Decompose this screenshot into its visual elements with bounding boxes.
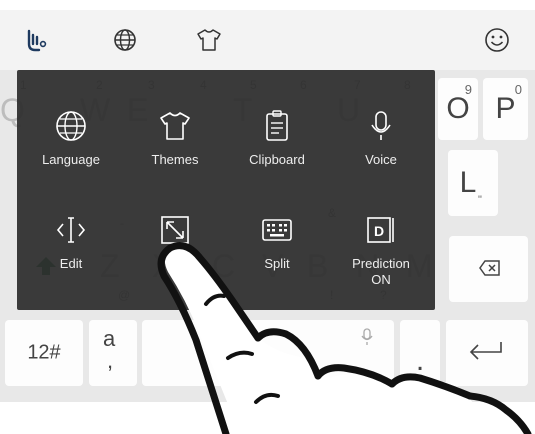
popup-label-split: Split	[264, 256, 290, 271]
hint-quote: "	[478, 194, 482, 206]
keyboard-icon	[257, 210, 297, 250]
smiley-icon[interactable]	[481, 24, 513, 56]
popup-label-edit: Edit	[59, 256, 83, 271]
language-key[interactable]: a ,	[89, 320, 137, 386]
symbols-key[interactable]: 12#	[5, 320, 83, 386]
period-key-label: .	[415, 343, 425, 377]
popup-item-edit[interactable]: Edit	[19, 210, 123, 272]
globe-icon[interactable]	[109, 24, 141, 56]
key-o-label: O	[446, 92, 470, 125]
space-bar-line	[228, 366, 258, 368]
text-cursor-icon	[51, 210, 91, 250]
enter-key[interactable]	[446, 320, 528, 386]
popup-label-voice: Voice	[365, 152, 397, 167]
popup-label-language: Language	[42, 152, 100, 167]
svg-text:D: D	[374, 223, 384, 239]
backspace-key[interactable]	[449, 236, 528, 302]
popup-item-language[interactable]: Language	[19, 106, 123, 168]
popup-label-themes: Themes	[151, 152, 199, 167]
popup-label-prediction: Prediction ON	[352, 256, 410, 287]
clipboard-icon	[257, 106, 297, 146]
screen: Q W E T U 1 2 3 4 5 6 7 8 9 O 0 P L	[0, 0, 535, 434]
key-p-label: P	[495, 92, 516, 125]
keyboard-toolbar	[0, 10, 535, 70]
key-l-label: L	[459, 166, 477, 199]
symbols-key-label: 12#	[27, 341, 61, 364]
key-p[interactable]: 0 P	[483, 78, 528, 140]
popup-item-split[interactable]: Split	[225, 210, 329, 272]
shirt-icon	[155, 106, 195, 146]
resize-icon	[155, 210, 195, 250]
popup-item-clipboard[interactable]: Clipboard	[225, 106, 329, 168]
popup-item-themes[interactable]: Themes	[123, 106, 227, 168]
popup-item-resize[interactable]: Re	[123, 210, 227, 272]
period-key[interactable]: .	[400, 320, 440, 386]
microphone-icon	[361, 106, 401, 146]
prediction-icon: D	[361, 210, 401, 250]
globe-icon	[51, 106, 91, 146]
space-key[interactable]	[142, 320, 394, 386]
popup-label-resize: Re	[166, 256, 184, 271]
popup-label-clipboard: Clipboard	[249, 152, 305, 167]
key-l[interactable]: L "	[448, 150, 498, 216]
enter-icon	[468, 340, 504, 367]
popup-item-voice[interactable]: Voice	[329, 106, 433, 168]
shirt-icon[interactable]	[193, 24, 225, 56]
gesture-icon[interactable]	[20, 24, 52, 56]
popup-item-prediction[interactable]: D Prediction ON	[329, 210, 433, 288]
microphone-icon	[360, 328, 374, 351]
toolbar-options-popup: Language Themes Clipboard Voice Edit Re …	[17, 70, 435, 310]
backspace-icon	[479, 259, 501, 282]
language-key-bottom: ,	[107, 348, 114, 373]
key-o[interactable]: 9 O	[438, 78, 478, 140]
